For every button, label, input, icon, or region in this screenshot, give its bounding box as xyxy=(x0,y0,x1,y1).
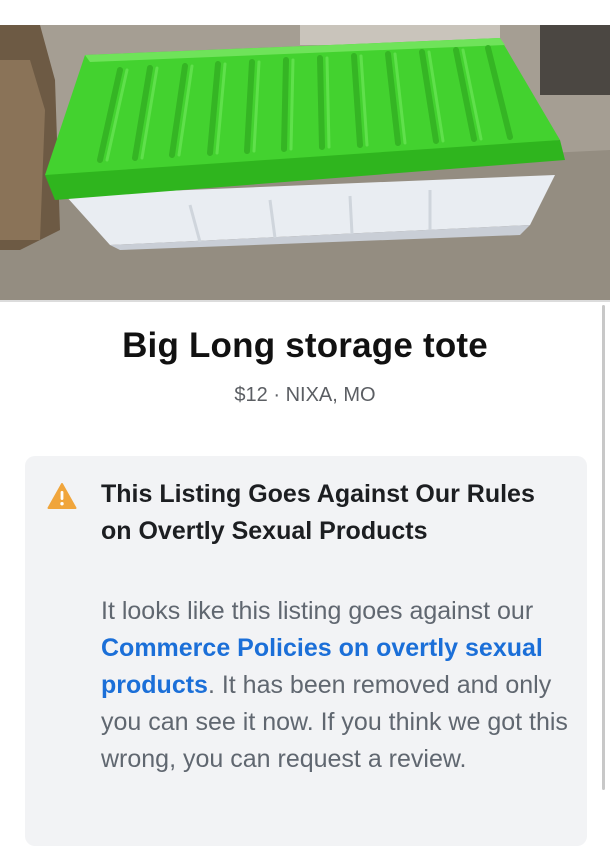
separator-dot: · xyxy=(267,384,286,406)
notice-title: This Listing Goes Against Our Rules on O… xyxy=(101,480,535,545)
listing-title: Big Long storage tote xyxy=(122,326,488,365)
scrollbar[interactable] xyxy=(602,305,605,790)
listing-location: NIXA, MO xyxy=(285,384,376,406)
warning-triangle-icon xyxy=(47,483,77,509)
listing-price: $12 xyxy=(234,384,268,406)
listing-photo[interactable] xyxy=(0,0,610,302)
listing-price-location: $12 · NIXA, MO xyxy=(0,384,610,407)
notice-body: It looks like this listing goes against … xyxy=(101,593,571,778)
notice-body-text: It looks like this listing goes against … xyxy=(101,597,534,625)
